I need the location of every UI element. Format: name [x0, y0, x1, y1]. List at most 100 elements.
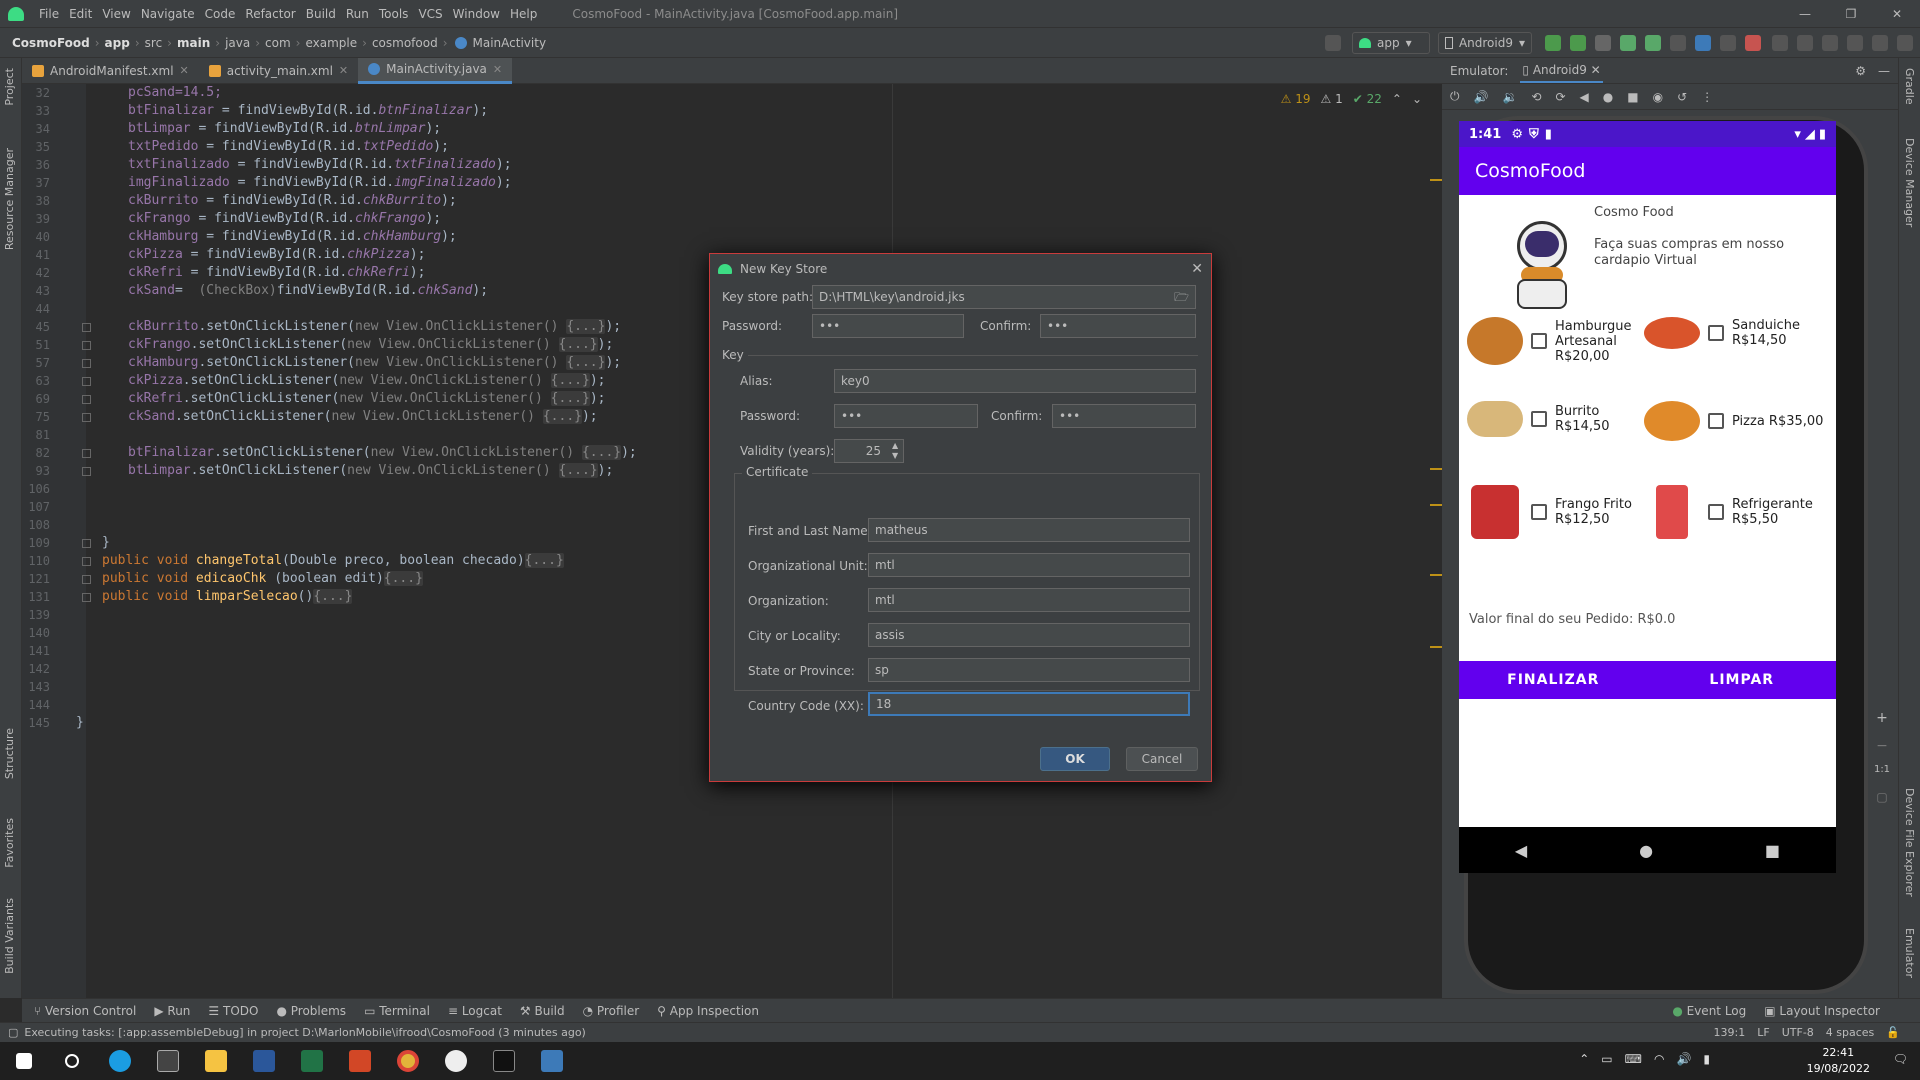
- fold-toggle-icon[interactable]: [82, 359, 91, 368]
- fold-toggle-icon[interactable]: [82, 377, 91, 386]
- tool-app-inspection[interactable]: ⚲ App Inspection: [657, 1004, 759, 1018]
- fold-toggle-icon[interactable]: [82, 593, 91, 602]
- search-icon[interactable]: [1847, 35, 1863, 51]
- tool-structure[interactable]: Structure: [3, 728, 16, 779]
- hamburguer-checkbox[interactable]: [1531, 333, 1547, 349]
- hammer-icon[interactable]: [1325, 35, 1341, 51]
- file-explorer-icon[interactable]: [192, 1042, 240, 1080]
- refrigerante-checkbox[interactable]: [1708, 504, 1724, 520]
- breadcrumb-src[interactable]: src: [143, 36, 165, 50]
- tab-activity-main[interactable]: activity_main.xml ✕: [199, 58, 358, 84]
- power-icon[interactable]: ⏻: [1450, 89, 1460, 104]
- cancel-button[interactable]: Cancel: [1126, 747, 1198, 771]
- breadcrumb-java[interactable]: java: [223, 36, 252, 50]
- code-line[interactable]: ckSand= (CheckBox)findViewById(R.id.chkS…: [128, 280, 488, 302]
- editor-scrollbar[interactable]: [1434, 84, 1442, 998]
- key-confirm-input[interactable]: •••: [1052, 404, 1196, 428]
- tray-network-icon[interactable]: ▭: [1601, 1052, 1612, 1066]
- minimize-button[interactable]: —: [1782, 0, 1828, 28]
- minimize-panel-icon[interactable]: —: [1878, 64, 1890, 78]
- powerpoint-icon[interactable]: [336, 1042, 384, 1080]
- emulator-device-tab[interactable]: ▯ Android9 ✕: [1520, 59, 1603, 83]
- fold-toggle-icon[interactable]: [82, 395, 91, 404]
- menu-view[interactable]: View: [97, 7, 135, 21]
- code-line[interactable]: ckSand.setOnClickListener(new View.OnCli…: [128, 406, 598, 428]
- tray-battery-icon[interactable]: ▮: [1703, 1052, 1710, 1066]
- back-icon[interactable]: ◀: [1580, 90, 1589, 104]
- folder-icon[interactable]: 🗁: [1174, 286, 1189, 308]
- tab-main-activity[interactable]: MainActivity.java ✕: [358, 57, 513, 84]
- apply-code-changes-icon[interactable]: [1570, 35, 1586, 51]
- device-icon[interactable]: [1720, 35, 1736, 51]
- tool-device-manager[interactable]: Device Manager: [1903, 138, 1916, 227]
- key-password-input[interactable]: •••: [834, 404, 978, 428]
- tray-volume-icon[interactable]: 🔊: [1676, 1052, 1691, 1066]
- tool-logcat[interactable]: ≡ Logcat: [448, 1004, 502, 1018]
- spinner-arrows-icon[interactable]: ▲ ▼: [892, 441, 898, 461]
- tray-arrow-icon[interactable]: ⌃: [1579, 1052, 1589, 1066]
- apply-changes-icon[interactable]: [1545, 35, 1561, 51]
- close-tab-icon[interactable]: ✕: [339, 64, 348, 77]
- frango-checkbox[interactable]: [1531, 504, 1547, 520]
- file-encoding[interactable]: UTF-8: [1782, 1026, 1814, 1039]
- zoom-actual-size[interactable]: 1:1: [1872, 764, 1892, 775]
- menu-build[interactable]: Build: [301, 7, 341, 21]
- profile-icon[interactable]: [1670, 35, 1686, 51]
- tool-terminal[interactable]: ▭ Terminal: [364, 1004, 430, 1018]
- volume-down-icon[interactable]: 🔉: [1502, 90, 1517, 104]
- menu-navigate[interactable]: Navigate: [136, 7, 200, 21]
- tool-event-log[interactable]: ● Event Log: [1672, 1004, 1746, 1018]
- fold-toggle-icon[interactable]: [82, 449, 91, 458]
- zoom-in-icon[interactable]: +: [1872, 710, 1892, 726]
- fold-toggle-icon[interactable]: [82, 557, 91, 566]
- tool-problems[interactable]: ● Problems: [276, 1004, 346, 1018]
- android-studio-taskbar-icon[interactable]: [528, 1042, 576, 1080]
- fold-toggle-icon[interactable]: [82, 467, 91, 476]
- sync-icon[interactable]: [1595, 35, 1611, 51]
- tool-resource-manager[interactable]: Resource Manager: [3, 148, 16, 250]
- org-unit-input[interactable]: mtl: [868, 553, 1190, 577]
- excel-icon[interactable]: [288, 1042, 336, 1080]
- tool-project[interactable]: Project: [3, 68, 16, 106]
- edge-icon[interactable]: [96, 1042, 144, 1080]
- nav-recents-icon[interactable]: ■: [1765, 841, 1780, 860]
- fold-toggle-icon[interactable]: [82, 323, 91, 332]
- menu-window[interactable]: Window: [448, 7, 505, 21]
- rotate-right-icon[interactable]: ⟳: [1555, 90, 1565, 104]
- menu-help[interactable]: Help: [505, 7, 542, 21]
- breadcrumb-main[interactable]: main: [175, 36, 212, 50]
- caret-position[interactable]: 139:1: [1714, 1026, 1746, 1039]
- system-tray[interactable]: ⌃ ▭ ⌨ ◠ 🔊 ▮: [1579, 1052, 1710, 1066]
- line-separator[interactable]: LF: [1757, 1026, 1769, 1039]
- menu-run[interactable]: Run: [341, 7, 374, 21]
- menu-refactor[interactable]: Refactor: [240, 7, 300, 21]
- tool-emulator[interactable]: Emulator: [1903, 928, 1916, 978]
- status-message[interactable]: Executing tasks: [:app:assembleDebug] in…: [24, 1026, 585, 1039]
- tool-build-variants[interactable]: Build Variants: [3, 898, 16, 974]
- lock-icon[interactable]: 🔓: [1886, 1026, 1900, 1039]
- nav-back-icon[interactable]: ◀: [1515, 841, 1527, 860]
- sdk-manager-icon[interactable]: [1822, 35, 1838, 51]
- cmd-icon[interactable]: [480, 1042, 528, 1080]
- tool-profiler[interactable]: ◔ Profiler: [583, 1004, 640, 1018]
- zoom-fit-icon[interactable]: ▢: [1872, 790, 1892, 804]
- snapshot-icon[interactable]: ↺: [1677, 90, 1687, 104]
- fold-toggle-icon[interactable]: [82, 575, 91, 584]
- user-icon[interactable]: [1897, 35, 1913, 51]
- overview-icon[interactable]: ■: [1627, 90, 1638, 104]
- city-input[interactable]: assis: [868, 623, 1190, 647]
- fold-toggle-icon[interactable]: [82, 341, 91, 350]
- phone-screen[interactable]: 1:41 ⚙ ⛨ ▮ ▾ ◢ ▮ CosmoFood Cosmo Food Fa…: [1459, 121, 1836, 827]
- organization-input[interactable]: mtl: [868, 588, 1190, 612]
- inspection-widget[interactable]: ⚠ 19 ⚠ 1 ✔ 22 ⌃ ⌄: [1281, 92, 1422, 106]
- chevron-down-icon[interactable]: ⌄: [1412, 92, 1422, 106]
- whatsapp-icon[interactable]: [432, 1042, 480, 1080]
- close-icon[interactable]: ✕: [1191, 261, 1203, 277]
- run-icon[interactable]: [1620, 35, 1636, 51]
- gradle-sync-icon[interactable]: [1772, 35, 1788, 51]
- menu-tools[interactable]: Tools: [374, 7, 414, 21]
- tool-build[interactable]: ⚒ Build: [520, 1004, 565, 1018]
- notifications-icon[interactable]: 🗨: [1893, 1052, 1908, 1066]
- sanduiche-checkbox[interactable]: [1708, 325, 1724, 341]
- code-line[interactable]: public void limparSelecao(){...}: [102, 586, 353, 608]
